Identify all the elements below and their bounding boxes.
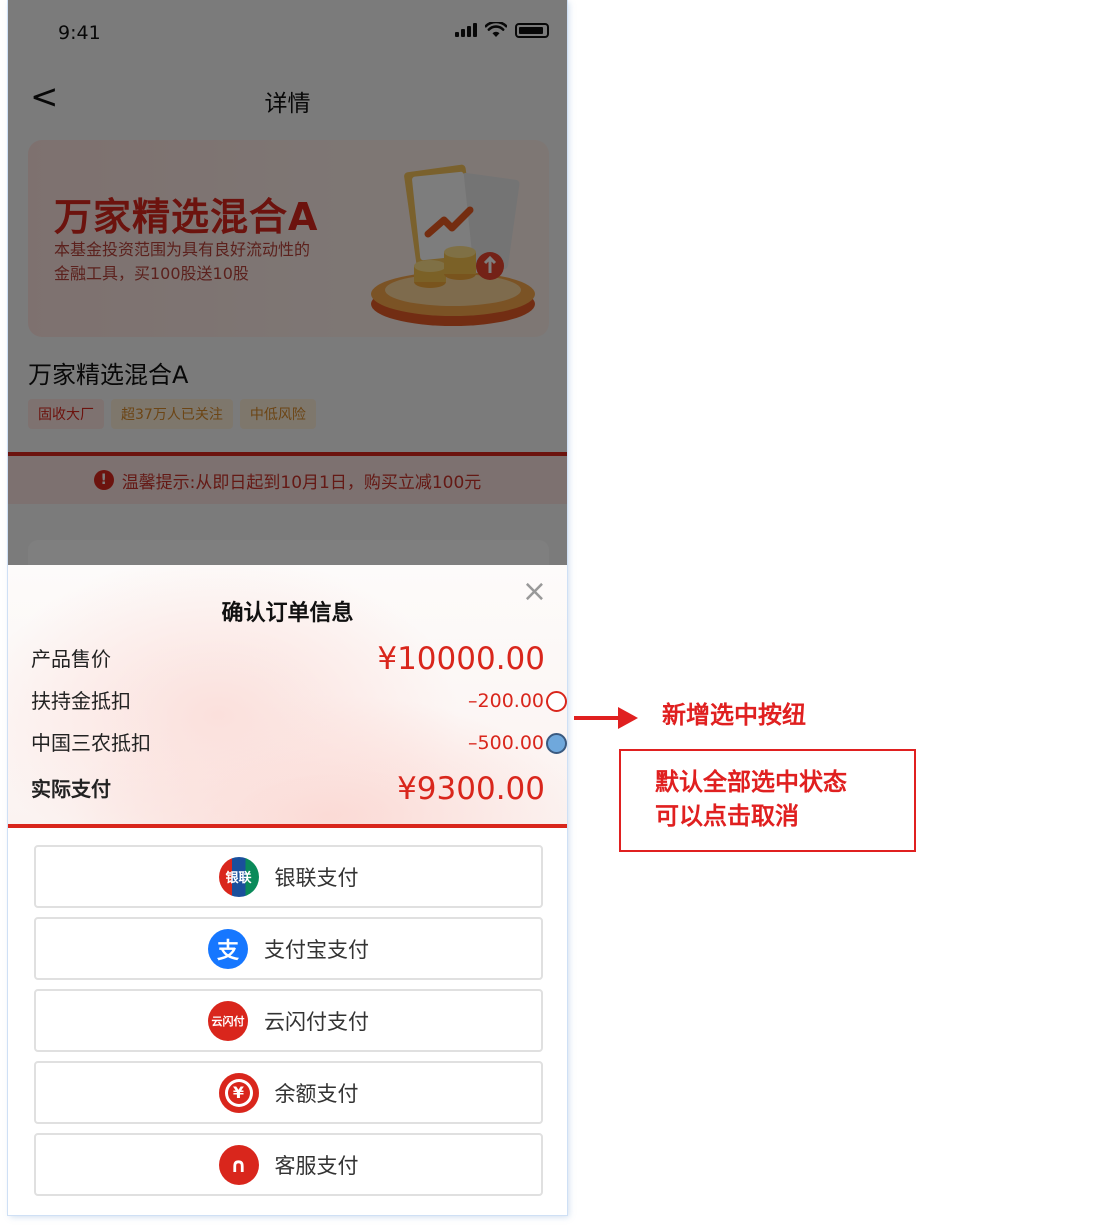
headset-icon: ∩ (218, 1144, 259, 1185)
annotation-line: 可以点击取消 (655, 802, 799, 830)
row-label: 扶持金抵扣 (31, 689, 131, 713)
row-value: ¥10000.00 (377, 641, 545, 677)
pay-label: 云闪付支付 (264, 1009, 369, 1034)
pay-label: 银联支付 (274, 865, 359, 890)
row-label: 实际支付 (31, 777, 111, 801)
subsidy-radio[interactable] (546, 691, 567, 712)
quickpass-icon: 云闪付 (208, 1000, 248, 1041)
agri-deduction-row: 中国三农抵扣 –500.00 (31, 728, 567, 758)
annotation-box: 默认全部选中状态 可以点击取消 (619, 749, 916, 852)
annotation-box-text: 默认全部选中状态 可以点击取消 (655, 765, 847, 833)
alipay-icon: 支 (208, 928, 248, 969)
order-confirm-sheet: × 确认订单信息 产品售价 ¥10000.00 扶持金抵扣 –200.00 中国… (8, 565, 567, 1215)
unionpay-icon: 银联 (218, 856, 259, 897)
annotation-line: 默认全部选中状态 (655, 768, 847, 796)
pay-button-alipay[interactable]: 支 支付宝支付 (34, 917, 543, 980)
sheet-title: 确认订单信息 (221, 601, 354, 626)
annotation-arrow-icon (574, 707, 638, 729)
pay-label: 支付宝支付 (264, 937, 369, 962)
agri-deduction-radio[interactable] (546, 733, 567, 754)
annotation-new-button: 新增选中按纽 (662, 701, 806, 729)
row-value: ¥9300.00 (397, 771, 545, 807)
modal-overlay[interactable] (8, 0, 567, 565)
subsidy-row: 扶持金抵扣 –200.00 (31, 686, 567, 716)
pay-label: 客服支付 (274, 1153, 359, 1178)
row-value: –200.00 (468, 690, 544, 712)
pay-label: 余额支付 (274, 1081, 359, 1106)
phone-screen: 9:41 < 详情 万家精选混合A 本基金投资范围为具有良好流动性的金融工具，买… (8, 0, 567, 1215)
row-label: 产品售价 (31, 647, 111, 671)
pay-button-quickpass[interactable]: 云闪付 云闪付支付 (34, 989, 543, 1052)
balance-yuan-icon: ¥ (218, 1072, 259, 1113)
pay-button-unionpay[interactable]: 银联 银联支付 (34, 845, 543, 908)
actual-pay-row: 实际支付 ¥9300.00 (31, 771, 567, 807)
price-row: 产品售价 ¥10000.00 (31, 641, 567, 677)
pay-button-balance[interactable]: ¥ 余额支付 (34, 1061, 543, 1124)
order-summary: × 确认订单信息 产品售价 ¥10000.00 扶持金抵扣 –200.00 中国… (8, 565, 567, 828)
row-label: 中国三农抵扣 (31, 731, 151, 755)
row-value: –500.00 (468, 732, 544, 754)
pay-button-service[interactable]: ∩ 客服支付 (34, 1133, 543, 1196)
